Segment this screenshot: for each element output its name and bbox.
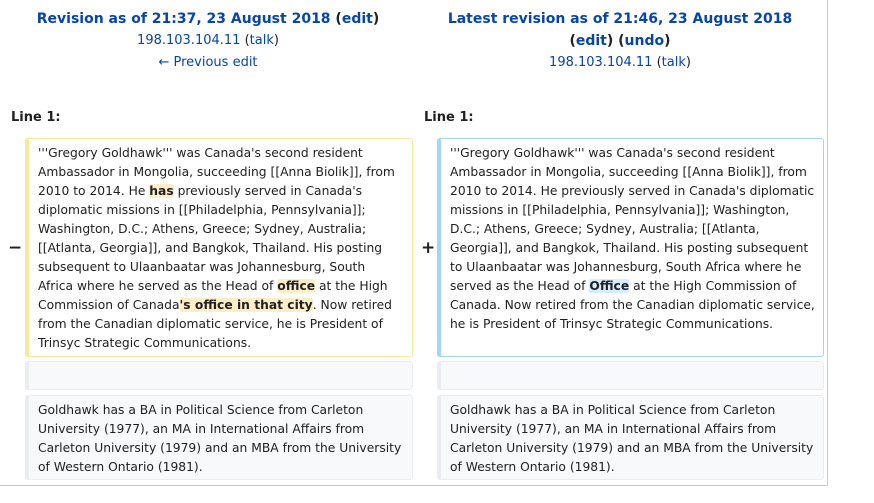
old-user-link[interactable]: 198.103.104.11 bbox=[137, 33, 240, 48]
context-line: Goldhawk has a BA in Political Science f… bbox=[437, 395, 824, 480]
previous-edit-link[interactable]: ← Previous edit bbox=[158, 55, 257, 70]
added-text: '''Gregory Goldhawk''' was Canada's seco… bbox=[450, 146, 815, 293]
old-line-number: Line 1: bbox=[11, 110, 61, 125]
old-revision-link[interactable]: Revision as of 21:37, 23 August 2018 bbox=[37, 11, 331, 27]
old-talk-link[interactable]: talk bbox=[250, 33, 274, 48]
old-revision-user: 198.103.104.11 (talk) bbox=[137, 33, 279, 48]
divider bbox=[0, 485, 828, 486]
previous-edit-row: ← Previous edit bbox=[0, 52, 416, 74]
new-talk-link[interactable]: talk bbox=[662, 55, 686, 70]
new-revision-user: 198.103.104.11 (talk) bbox=[549, 55, 691, 70]
old-edit-link[interactable]: edit bbox=[342, 11, 373, 27]
new-revision-header: Latest revision as of 21:46, 23 August 2… bbox=[412, 8, 828, 74]
new-revision-actions: (edit) (undo) bbox=[569, 33, 671, 49]
old-revision-header: Revision as of 21:37, 23 August 2018 (ed… bbox=[0, 8, 416, 74]
divider bbox=[827, 0, 828, 486]
deleted-text: previously served in Canada's diplomatic… bbox=[38, 184, 383, 293]
context-empty-line bbox=[437, 361, 824, 390]
new-revision-title: Latest revision as of 21:46, 23 August 2… bbox=[412, 8, 828, 30]
deleted-word: 's office in that city bbox=[179, 298, 313, 312]
new-edit-link[interactable]: edit bbox=[576, 33, 607, 49]
new-revision-link[interactable]: Latest revision as of 21:46, 23 August 2… bbox=[448, 11, 792, 27]
deleted-word: office bbox=[277, 279, 316, 293]
old-revision-title: Revision as of 21:37, 23 August 2018 (ed… bbox=[36, 11, 380, 27]
deleted-word: has bbox=[149, 184, 174, 198]
undo-link[interactable]: undo bbox=[625, 33, 665, 49]
added-line: '''Gregory Goldhawk''' was Canada's seco… bbox=[437, 138, 824, 357]
new-line-number: Line 1: bbox=[424, 110, 474, 125]
deleted-line: '''Gregory Goldhawk''' was Canada's seco… bbox=[25, 138, 413, 357]
new-user-link[interactable]: 198.103.104.11 bbox=[549, 55, 652, 70]
context-line: Goldhawk has a BA in Political Science f… bbox=[25, 395, 413, 480]
added-marker: + bbox=[421, 238, 436, 258]
context-empty-line bbox=[25, 361, 413, 390]
added-word: Office bbox=[589, 279, 630, 293]
deleted-marker: − bbox=[8, 238, 23, 258]
